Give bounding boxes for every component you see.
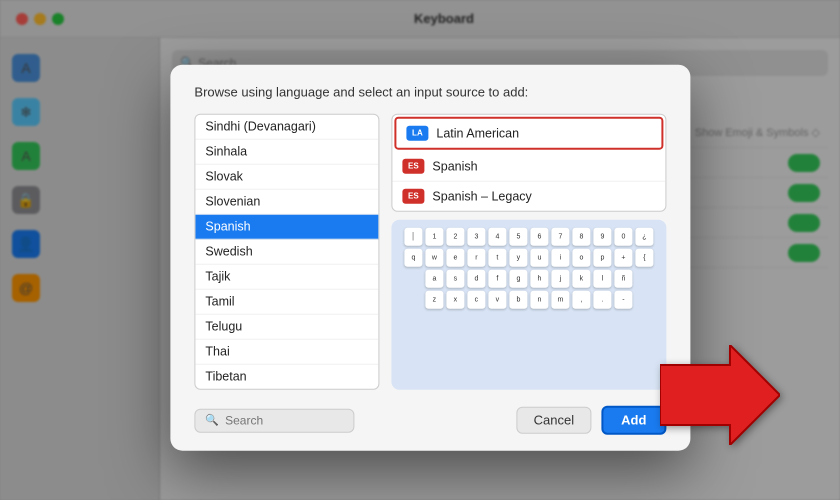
kb-key: j [551,270,569,288]
lang-item-slovak[interactable]: Slovak [195,165,378,190]
dialog-title: Browse using language and select an inpu… [194,85,666,100]
kb-row-asdf: a s d f g h j k l ñ [397,270,660,288]
kb-key: , [572,291,590,309]
kb-key: ¿ [635,228,653,246]
kb-key: q [404,249,422,267]
kb-key: - [614,291,632,309]
kb-key: o [572,249,590,267]
kb-key: v [488,291,506,309]
lang-item-telugu[interactable]: Telugu [195,315,378,340]
right-panel: LA Latin American ES Spanish ES Spanish … [391,114,666,390]
lang-item-sindhi[interactable]: Sindhi (Devanagari) [195,115,378,140]
input-source-dialog: Browse using language and select an inpu… [170,65,690,451]
kb-key: 2 [446,228,464,246]
input-source-spanish-legacy[interactable]: ES Spanish – Legacy [392,182,665,211]
kb-key: r [467,249,485,267]
kb-key: m [551,291,569,309]
kb-key: 9 [593,228,611,246]
search-icon: 🔍 [205,414,219,427]
kb-key: 3 [467,228,485,246]
kb-key: 5 [509,228,527,246]
kb-key: c [467,291,485,309]
lang-item-spanish[interactable]: Spanish [195,215,378,240]
search-input[interactable] [225,413,343,427]
badge-la: LA [406,126,428,141]
lang-item-tamil[interactable]: Tamil [195,290,378,315]
kb-key: 0 [614,228,632,246]
kb-key: y [509,249,527,267]
kb-key: 7 [551,228,569,246]
badge-es-spanish: ES [402,159,424,174]
input-source-name-latin-american: Latin American [436,126,519,140]
kb-key: w [425,249,443,267]
dialog-buttons: Cancel Add [517,406,667,435]
kb-row-qwerty: q w e r t y u i o p + { [397,249,660,267]
badge-es-legacy: ES [402,189,424,204]
kb-key: f [488,270,506,288]
input-source-spanish[interactable]: ES Spanish [392,152,665,182]
kb-row-numbers: │ 1 2 3 4 5 6 7 8 9 0 ¿ [397,228,660,246]
lang-item-sinhala[interactable]: Sinhala [195,140,378,165]
kb-key: h [530,270,548,288]
kb-key: ñ [614,270,632,288]
kb-key: 1 [425,228,443,246]
kb-key: 6 [530,228,548,246]
kb-key: x [446,291,464,309]
kb-key: z [425,291,443,309]
lang-item-thai[interactable]: Thai [195,340,378,365]
kb-key: t [488,249,506,267]
lang-item-tibetan[interactable]: Tibetan [195,365,378,389]
lang-item-slovenian[interactable]: Slovenian [195,190,378,215]
lang-item-swedish[interactable]: Swedish [195,240,378,265]
input-source-name-spanish: Spanish [432,159,477,173]
dialog-body: Sindhi (Devanagari) Sinhala Slovak Slove… [194,114,666,390]
kb-key: 4 [488,228,506,246]
kb-key: g [509,270,527,288]
kb-key: k [572,270,590,288]
language-list[interactable]: Sindhi (Devanagari) Sinhala Slovak Slove… [194,114,379,390]
kb-key: u [530,249,548,267]
kb-key: b [509,291,527,309]
add-button[interactable]: Add [601,406,666,435]
input-source-latin-american[interactable]: LA Latin American [394,117,663,150]
kb-key: d [467,270,485,288]
search-bar[interactable]: 🔍 [194,408,354,432]
kb-key: p [593,249,611,267]
kb-key: │ [404,228,422,246]
kb-key: + [614,249,632,267]
input-source-list[interactable]: LA Latin American ES Spanish ES Spanish … [391,114,666,212]
dialog-footer: 🔍 Cancel Add [194,406,666,435]
kb-key: i [551,249,569,267]
kb-key: { [635,249,653,267]
keyboard-preview: │ 1 2 3 4 5 6 7 8 9 0 ¿ q w e r [391,220,666,390]
kb-key: n [530,291,548,309]
kb-key: s [446,270,464,288]
input-source-name-spanish-legacy: Spanish – Legacy [432,189,531,203]
kb-key: 8 [572,228,590,246]
kb-row-zxcv: z x c v b n m , . - [397,291,660,309]
lang-item-tajik[interactable]: Tajik [195,265,378,290]
kb-key: . [593,291,611,309]
kb-key: e [446,249,464,267]
kb-key: a [425,270,443,288]
kb-key: l [593,270,611,288]
cancel-button[interactable]: Cancel [517,407,591,434]
